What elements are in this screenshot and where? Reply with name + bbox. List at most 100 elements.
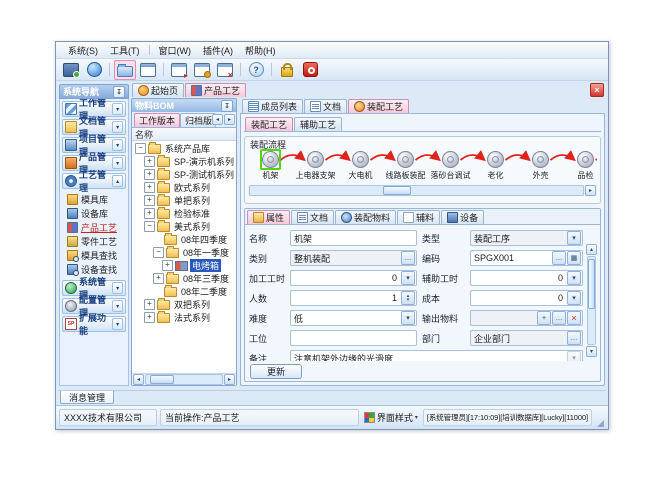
sidebar-item-模具查找[interactable]: 模具查找 — [67, 249, 126, 261]
scroll-right-icon[interactable] — [224, 114, 235, 125]
tree-node-欧式系列[interactable]: +欧式系列 — [132, 181, 236, 194]
scroll-right-icon[interactable] — [224, 374, 235, 385]
collapse-icon[interactable]: − — [144, 221, 155, 232]
sidebar-item-零件工艺[interactable]: 零件工艺 — [67, 235, 126, 247]
scrollbar-track[interactable] — [145, 374, 223, 385]
menu-item[interactable]: 插件(A) — [197, 43, 239, 58]
field-难度[interactable]: 低▾ — [290, 310, 417, 326]
chevron-down-icon[interactable]: ▾ — [112, 300, 123, 312]
picker-icon[interactable]: ▦ — [567, 251, 581, 265]
menu-item[interactable]: 窗口(W) — [153, 43, 198, 58]
workspace-tab-文档[interactable]: 文档 — [304, 99, 347, 113]
flow-node-大电机[interactable]: 大电机 — [338, 149, 383, 181]
form-vertical-scrollbar[interactable] — [586, 244, 597, 357]
expand-icon[interactable]: + — [144, 312, 155, 323]
toolbar-button-doc-export-icon[interactable] — [168, 60, 190, 80]
menu-item[interactable]: 系统(S) — [62, 43, 104, 58]
add-icon[interactable]: + — [537, 311, 551, 325]
tree-node-双把系列[interactable]: +双把系列 — [132, 298, 236, 311]
chevron-up-icon[interactable]: ▴ — [112, 175, 123, 187]
sidebar-item-设备库[interactable]: 设备库 — [67, 207, 126, 219]
field-类别[interactable]: 整机装配… — [290, 250, 417, 266]
toolbar-button-globe-icon[interactable] — [83, 60, 105, 80]
clear-icon[interactable]: × — [567, 311, 581, 325]
sidebar-item-产品工艺[interactable]: 产品工艺 — [67, 221, 126, 233]
toolbar-button-help-icon[interactable] — [245, 60, 267, 80]
flow-node-外壳[interactable]: 外壳 — [518, 149, 563, 181]
property-tab-辅料[interactable]: 辅料 — [397, 210, 440, 224]
flow-node-线路板装配[interactable]: 线路板装配 — [383, 149, 428, 181]
field-部门[interactable]: 企业部门… — [470, 330, 583, 346]
sidebar-group-扩展功能[interactable]: 扩展功能▾ — [62, 316, 126, 332]
message-manager-tab[interactable]: 消息管理 — [60, 391, 114, 404]
pin-icon[interactable] — [221, 100, 233, 112]
tree-node-美式系列[interactable]: −美式系列 — [132, 220, 236, 233]
scrollbar-track[interactable] — [249, 185, 584, 196]
sidebar-item-模具库[interactable]: 模具库 — [67, 193, 126, 205]
property-tab-文档[interactable]: 文档 — [291, 210, 334, 224]
scrollbar-track[interactable] — [587, 256, 596, 345]
subtab-装配工艺[interactable]: 装配工艺 — [245, 117, 293, 131]
tree-node-系统产品库[interactable]: −系统产品库 — [132, 142, 236, 155]
workspace-tab-装配工艺[interactable]: 装配工艺 — [348, 99, 409, 113]
tree-node-单把系列[interactable]: +单把系列 — [132, 194, 236, 207]
collapse-icon[interactable]: − — [153, 247, 164, 258]
property-tab-设备[interactable]: 设备 — [441, 210, 484, 224]
chevron-down-icon[interactable]: ▾ — [112, 157, 123, 169]
dropdown-icon[interactable]: ▾ — [567, 351, 581, 361]
ui-style-dropdown[interactable]: 界面样式 ▾ — [362, 411, 420, 424]
spinner-icon[interactable]: ▴▾ — [401, 291, 415, 305]
field-输出物料[interactable]: +…× — [470, 310, 583, 326]
scroll-left-icon[interactable] — [133, 374, 144, 385]
tree-node-SP-测试机系列[interactable]: +SP-测试机系列 — [132, 168, 236, 181]
menu-item[interactable]: 工具(T) — [104, 43, 146, 58]
dropdown-icon[interactable]: ▾ — [567, 291, 581, 305]
flow-node-上电器支架[interactable]: 上电器支架 — [293, 149, 338, 181]
property-tab-属性[interactable]: 属性 — [247, 210, 290, 224]
chevron-down-icon[interactable]: ▾ — [112, 318, 123, 330]
tree-node-电烤箱[interactable]: +电烤箱 — [132, 259, 236, 272]
sidebar-item-设备查找[interactable]: 设备查找 — [67, 263, 126, 275]
ellipsis-icon[interactable]: … — [401, 251, 415, 265]
expand-icon[interactable]: + — [162, 260, 173, 271]
dropdown-icon[interactable]: ▾ — [401, 311, 415, 325]
resize-grip[interactable] — [597, 420, 604, 427]
tree-node-检验标准[interactable]: +检验标准 — [132, 207, 236, 220]
toolbar-button-doc-close-icon[interactable] — [214, 60, 236, 80]
flow-node-落砂台调试[interactable]: 落砂台调试 — [428, 149, 473, 181]
toolbar-button-folder-icon[interactable] — [114, 60, 136, 80]
workspace-tab-成员列表[interactable]: 成员列表 — [242, 99, 303, 113]
tree-node-法式系列[interactable]: +法式系列 — [132, 311, 236, 324]
tree-node-08年二季度[interactable]: 08年二季度 — [132, 285, 236, 298]
chevron-down-icon[interactable]: ▾ — [112, 139, 123, 151]
dropdown-icon[interactable]: ▾ — [567, 231, 581, 245]
field-类型[interactable]: 装配工序▾ — [470, 230, 583, 246]
tree-node-SP-演示机系列[interactable]: +SP-演示机系列 — [132, 155, 236, 168]
sidebar-group-工艺管理[interactable]: 工艺管理▴ — [62, 173, 126, 189]
scroll-up-icon[interactable] — [586, 244, 597, 255]
field-备注[interactable]: 注意机架外边缘的光滑度▾ — [290, 350, 583, 361]
menu-item[interactable]: 帮助(H) — [239, 43, 282, 58]
expand-icon[interactable]: + — [144, 156, 155, 167]
scrollbar-thumb[interactable] — [588, 259, 595, 309]
expand-icon[interactable]: + — [144, 182, 155, 193]
field-编码[interactable]: SPGX001…▦ — [470, 250, 583, 266]
expand-icon[interactable]: + — [144, 299, 155, 310]
field-人数[interactable]: 1▴▾ — [290, 290, 417, 306]
scrollbar-thumb[interactable] — [383, 186, 411, 195]
subtab-辅助工艺[interactable]: 辅助工艺 — [294, 117, 342, 131]
close-document-icon[interactable]: × — [590, 83, 604, 97]
scrollbar-thumb[interactable] — [150, 375, 174, 384]
collapse-icon[interactable]: − — [135, 143, 146, 154]
chevron-down-icon[interactable]: ▾ — [112, 121, 123, 133]
bom-tab-工作版本[interactable]: 工作版本 — [134, 113, 180, 127]
scroll-left-icon[interactable] — [212, 114, 223, 125]
tree-node-08年一季度[interactable]: −08年一季度 — [132, 246, 236, 259]
dropdown-icon[interactable]: ▾ — [401, 271, 415, 285]
bom-tab-归档版本[interactable]: 归档版本 — [180, 113, 216, 127]
flow-node-老化[interactable]: 老化 — [473, 149, 518, 181]
doc-tab-产品工艺[interactable]: 产品工艺 — [185, 83, 246, 97]
expand-icon[interactable]: + — [144, 195, 155, 206]
ellipsis-icon[interactable]: … — [552, 311, 566, 325]
tree-node-08年四季度[interactable]: 08年四季度 — [132, 233, 236, 246]
